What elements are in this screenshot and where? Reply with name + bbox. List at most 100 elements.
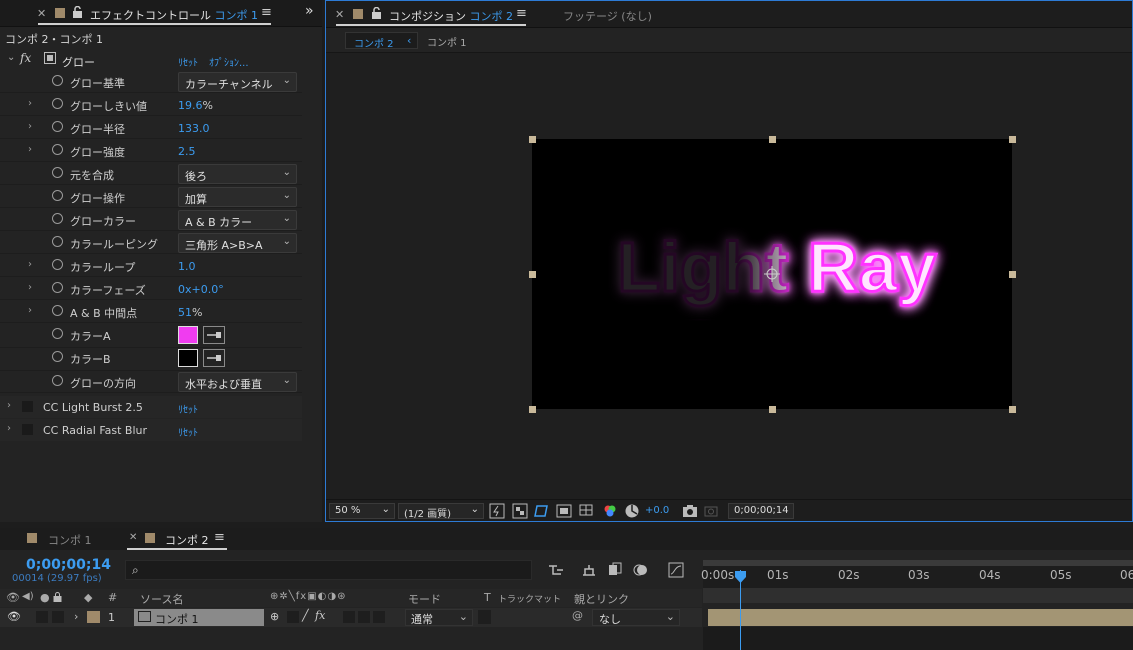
lock-icon[interactable] bbox=[72, 6, 83, 18]
layer-row[interactable]: 👁 › 1 コンポ 1 ⊕ ╱ fx 通常 ⌄ @ なし ⌄ bbox=[0, 608, 702, 627]
stopwatch-icon[interactable] bbox=[52, 328, 63, 339]
effect-toggle-icon[interactable] bbox=[22, 401, 33, 412]
column-trackmatte[interactable]: トラックマット bbox=[498, 592, 561, 605]
breadcrumb-other[interactable]: コンポ 1 bbox=[427, 34, 467, 49]
tab-footage[interactable]: フッテージ (なし) bbox=[563, 8, 652, 24]
solo-toggle-box[interactable] bbox=[52, 611, 64, 623]
fx-toggle-icon[interactable]: fx bbox=[20, 51, 31, 65]
exposure-value[interactable]: +0.0 bbox=[645, 505, 669, 516]
stopwatch-icon[interactable] bbox=[52, 305, 63, 316]
time-ruler[interactable]: 0:00s 01s 02s 03s 04s 05s 06 bbox=[701, 560, 1133, 588]
pickwhip-icon[interactable]: @ bbox=[572, 609, 583, 622]
timeline-empty-area[interactable] bbox=[703, 627, 1133, 650]
audio-toggle-box[interactable] bbox=[36, 611, 48, 623]
color-loops-value[interactable]: 1.0 bbox=[178, 260, 196, 273]
switch-box[interactable] bbox=[358, 611, 370, 623]
mask-visibility-icon[interactable] bbox=[534, 503, 550, 519]
stopwatch-icon[interactable] bbox=[52, 351, 63, 362]
collapse-switch-icon[interactable]: ⊕ bbox=[270, 610, 279, 623]
switch-box[interactable] bbox=[373, 611, 385, 623]
switch-box[interactable] bbox=[287, 611, 299, 623]
layer-duration-bar[interactable] bbox=[708, 609, 1133, 626]
expand-chevron-icon[interactable]: › bbox=[28, 305, 32, 316]
color-phase-value[interactable]: 0x+0.0° bbox=[178, 283, 224, 296]
label-tag-icon[interactable]: ◆ bbox=[84, 591, 92, 604]
ab-midpoint-value[interactable]: 51% bbox=[178, 306, 202, 319]
tab-comp-1[interactable]: コンポ 1 bbox=[48, 532, 92, 548]
stopwatch-icon[interactable] bbox=[52, 121, 63, 132]
panel-menu-icon[interactable]: ≡ bbox=[516, 6, 527, 21]
effect-header-cc-radial-fast-blur[interactable]: › CC Radial Fast Blur ﾘｾｯﾄ bbox=[0, 419, 302, 441]
fast-preview-icon[interactable] bbox=[489, 503, 505, 519]
column-mode[interactable]: モード bbox=[408, 591, 441, 607]
transform-handle[interactable] bbox=[529, 406, 536, 413]
eyedropper-icon[interactable] bbox=[203, 326, 225, 344]
transform-handle[interactable] bbox=[1009, 136, 1016, 143]
grid-guides-icon[interactable] bbox=[578, 503, 594, 519]
timecode-display[interactable]: 0;00;00;14 bbox=[728, 503, 794, 519]
effects-switch-icon[interactable]: fx bbox=[315, 609, 325, 622]
draft-3d-icon[interactable] bbox=[581, 562, 597, 578]
glow-intensity-value[interactable]: 2.5 bbox=[178, 145, 196, 158]
stopwatch-icon[interactable] bbox=[52, 98, 63, 109]
stopwatch-icon[interactable] bbox=[52, 75, 63, 86]
stopwatch-icon[interactable] bbox=[52, 236, 63, 247]
expand-chevron-icon[interactable]: › bbox=[7, 400, 11, 411]
effect-header-glow[interactable]: ⌄ fx グロー ﾘｾｯﾄ ｵﾌﾟｼｮﾝ... bbox=[0, 49, 302, 71]
expand-chevron-icon[interactable]: › bbox=[28, 144, 32, 155]
lock-icon[interactable] bbox=[371, 7, 382, 19]
collapse-chevron-icon[interactable]: ⌄ bbox=[7, 52, 15, 63]
parent-dropdown[interactable]: なし ⌄ bbox=[592, 609, 680, 626]
tab-composition[interactable]: コンポジション コンポ 2 bbox=[389, 8, 513, 24]
close-tab-icon[interactable]: ✕ bbox=[129, 532, 137, 543]
composite-original-dropdown[interactable]: 後ろ ⌄ bbox=[178, 164, 297, 184]
panel-overflow-icon[interactable]: » bbox=[305, 3, 314, 19]
glow-based-on-dropdown[interactable]: カラーチャンネル ⌄ bbox=[178, 72, 297, 92]
show-snapshot-icon[interactable] bbox=[704, 503, 720, 519]
layer-mode-dropdown[interactable]: 通常 ⌄ bbox=[405, 609, 473, 626]
glow-operation-dropdown[interactable]: 加算 ⌄ bbox=[178, 187, 297, 207]
layer-label-color[interactable] bbox=[87, 611, 100, 623]
breadcrumb-active[interactable]: コンポ 2 ‹ bbox=[345, 32, 418, 50]
switch-box[interactable] bbox=[343, 611, 355, 623]
lock-column-icon[interactable] bbox=[53, 592, 62, 602]
graph-editor-icon[interactable] bbox=[668, 562, 684, 578]
expand-chevron-icon[interactable]: › bbox=[28, 98, 32, 109]
reset-link[interactable]: ﾘｾｯﾄ bbox=[178, 424, 198, 439]
eye-icon[interactable]: 👁 bbox=[7, 610, 21, 623]
snapshot-icon[interactable] bbox=[682, 503, 698, 519]
stopwatch-icon[interactable] bbox=[52, 190, 63, 201]
transform-handle[interactable] bbox=[1009, 271, 1016, 278]
composition-viewer[interactable]: Light Ray bbox=[326, 53, 1132, 499]
expand-chevron-icon[interactable]: › bbox=[28, 121, 32, 132]
column-parent[interactable]: 親とリンク bbox=[574, 591, 629, 607]
composition-canvas[interactable]: Light Ray bbox=[532, 139, 1012, 409]
layer-name-field[interactable]: コンポ 1 bbox=[134, 609, 264, 626]
resolution-dropdown[interactable]: (1/2 画質) ⌄ bbox=[398, 503, 484, 520]
expand-chevron-icon[interactable]: › bbox=[74, 610, 78, 623]
preserve-transparency-box[interactable] bbox=[478, 610, 491, 624]
expand-chevron-icon[interactable]: › bbox=[28, 282, 32, 293]
current-time[interactable]: 0;00;00;14 bbox=[26, 557, 111, 573]
playhead-icon[interactable] bbox=[735, 571, 746, 583]
panel-menu-icon[interactable]: ≡ bbox=[261, 5, 272, 20]
layer-search-input[interactable]: ⌕ bbox=[125, 560, 532, 580]
stopwatch-icon[interactable] bbox=[52, 144, 63, 155]
transform-handle[interactable] bbox=[1009, 406, 1016, 413]
column-source-name[interactable]: ソース名 bbox=[140, 591, 183, 607]
tab-comp-2[interactable]: コンポ 2 bbox=[165, 532, 209, 548]
region-of-interest-icon[interactable] bbox=[556, 503, 572, 519]
transform-handle[interactable] bbox=[529, 136, 536, 143]
work-area-bar[interactable] bbox=[703, 560, 1133, 566]
solo-icon[interactable]: ● bbox=[40, 591, 50, 604]
glow-dimensions-dropdown[interactable]: 水平および垂直 ⌄ bbox=[178, 372, 297, 392]
quality-switch-icon[interactable]: ╱ bbox=[302, 609, 309, 622]
close-tab-icon[interactable]: ✕ bbox=[37, 7, 46, 20]
close-tab-icon[interactable]: ✕ bbox=[335, 8, 344, 21]
options-link[interactable]: ｵﾌﾟｼｮﾝ... bbox=[209, 54, 249, 69]
effect-toggle-icon[interactable] bbox=[22, 424, 33, 435]
frame-blending-icon[interactable] bbox=[607, 562, 623, 578]
color-a-swatch[interactable] bbox=[178, 326, 198, 344]
stopwatch-icon[interactable] bbox=[52, 375, 63, 386]
exposure-reset-icon[interactable] bbox=[624, 503, 640, 519]
